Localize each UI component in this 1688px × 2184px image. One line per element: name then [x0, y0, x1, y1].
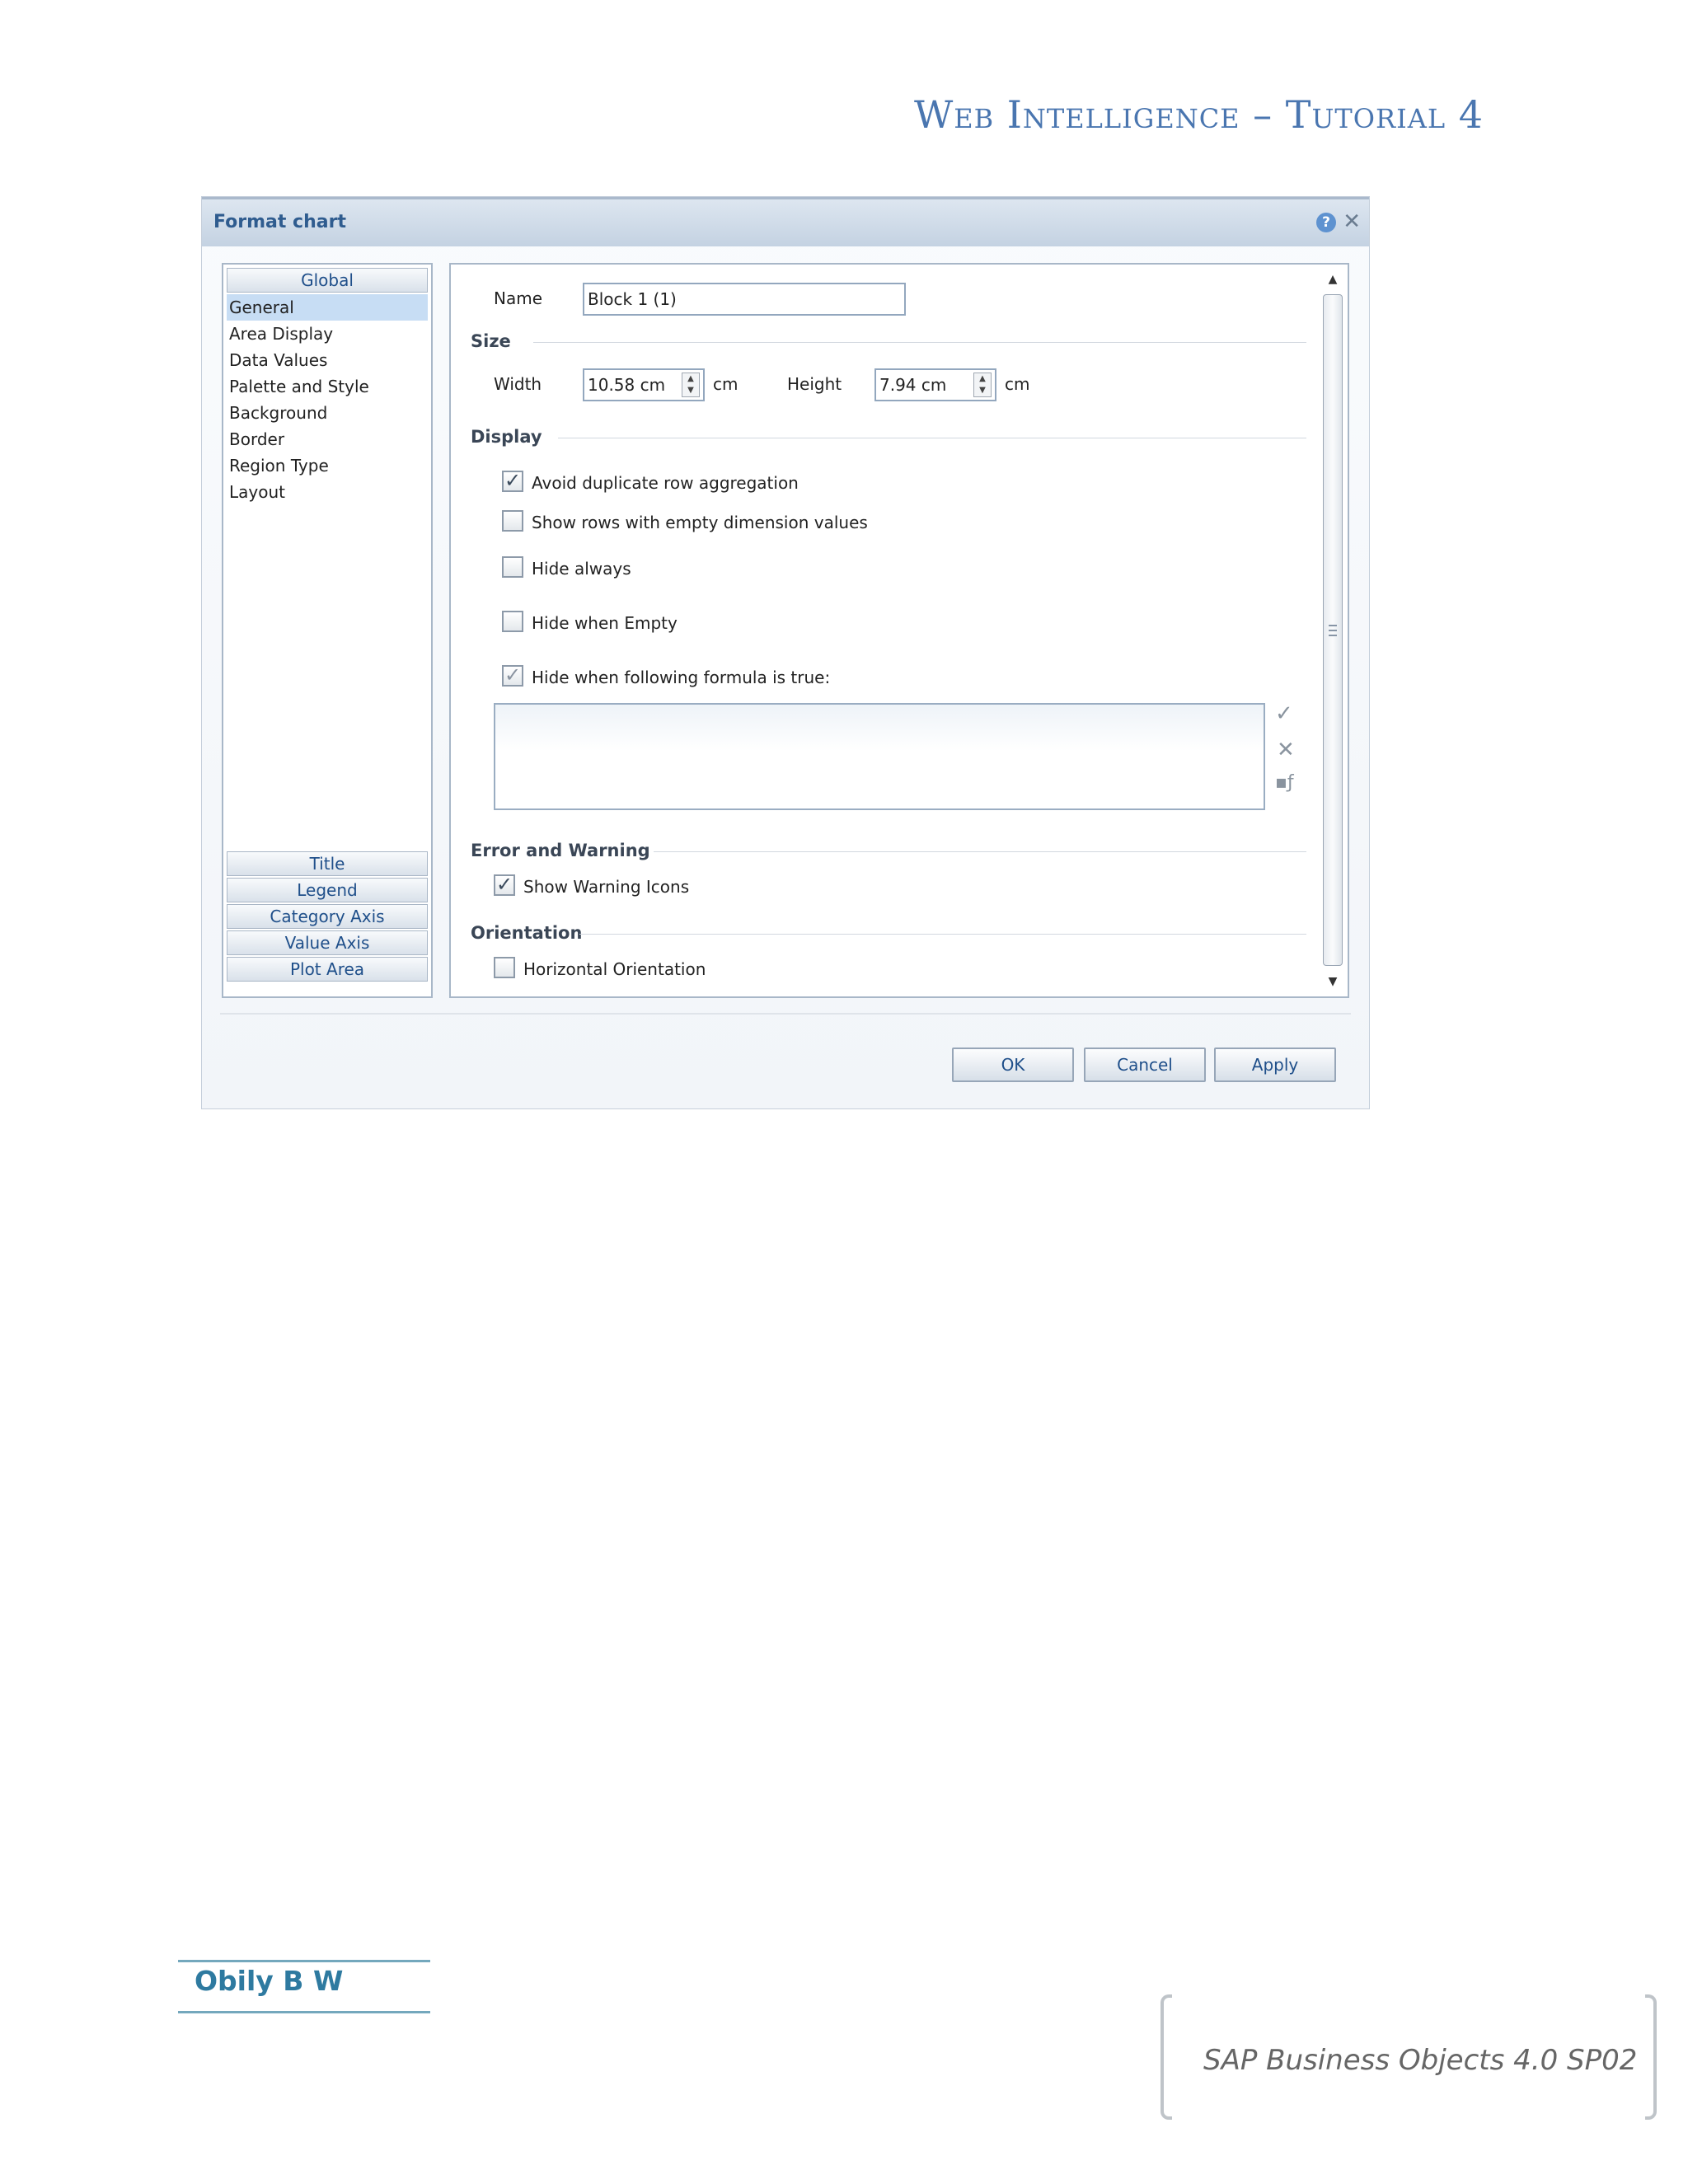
error-warning-divider — [654, 851, 1306, 852]
width-unit: cm — [713, 374, 738, 394]
nav-item-general[interactable]: General — [227, 294, 428, 321]
width-value: 10.58 cm — [588, 375, 666, 395]
nav-item-border[interactable]: Border — [227, 426, 428, 452]
scroll-thumb[interactable] — [1323, 294, 1343, 966]
category-axis-section-button[interactable]: Category Axis — [227, 904, 428, 929]
nav-item-background[interactable]: Background — [227, 400, 428, 426]
formula-editor-icon[interactable]: ▪ƒ — [1275, 772, 1294, 793]
name-input[interactable]: Block 1 (1) — [583, 283, 906, 316]
bracket-left — [1160, 1994, 1172, 2120]
author-rule-top — [178, 1960, 430, 1962]
scroll-down-icon[interactable]: ▼ — [1321, 970, 1344, 993]
apply-button[interactable]: Apply — [1214, 1047, 1336, 1082]
format-chart-dialog: Format chart ? ✕ Global General Area Dis… — [201, 196, 1370, 1109]
height-label: Height — [787, 374, 842, 394]
nav-item-area-display[interactable]: Area Display — [227, 321, 428, 347]
height-input[interactable]: 7.94 cm ▲ ▼ — [874, 368, 996, 401]
plot-area-section-button[interactable]: Plot Area — [227, 957, 428, 982]
product-box: SAP Business Objects 4.0 SP02 — [1160, 1994, 1657, 2120]
hide-when-empty-label: Hide when Empty — [532, 613, 678, 633]
footer-divider — [220, 1013, 1351, 1015]
name-label: Name — [494, 288, 543, 308]
height-unit: cm — [1005, 374, 1030, 394]
value-axis-section-button[interactable]: Value Axis — [227, 930, 428, 955]
avoid-duplicate-label: Avoid duplicate row aggregation — [532, 473, 799, 493]
ok-button[interactable]: OK — [952, 1047, 1074, 1082]
nav-item-region-type[interactable]: Region Type — [227, 452, 428, 479]
grip-icon — [1329, 625, 1337, 636]
title-section-button[interactable]: Title — [227, 851, 428, 876]
horizontal-orientation-label: Horizontal Orientation — [523, 959, 706, 979]
dialog-titlebar[interactable]: Format chart ? ✕ — [202, 197, 1369, 246]
show-empty-rows-label: Show rows with empty dimension values — [532, 513, 868, 532]
show-empty-rows-checkbox[interactable] — [502, 510, 523, 532]
spinner-down-icon[interactable]: ▼ — [974, 385, 991, 396]
help-icon[interactable]: ? — [1316, 213, 1336, 232]
product-name: SAP Business Objects 4.0 SP02 — [1203, 2044, 1638, 2077]
orientation-divider — [579, 934, 1306, 935]
nav-item-palette-and-style[interactable]: Palette and Style — [227, 373, 428, 400]
page-header: Web Intelligence – Tutorial 4 — [913, 92, 1484, 137]
formula-input[interactable] — [494, 703, 1265, 810]
global-section-button[interactable]: Global — [227, 268, 428, 293]
dialog-title: Format chart — [213, 212, 346, 232]
size-divider — [533, 342, 1306, 343]
general-settings-panel: Name Block 1 (1) Size Width 10.58 cm ▲ ▼ … — [449, 263, 1349, 998]
height-value: 7.94 cm — [879, 375, 947, 395]
show-warning-checkbox[interactable]: ✓ — [494, 874, 515, 896]
orientation-group-title: Orientation — [471, 923, 583, 943]
display-group-title: Display — [471, 427, 542, 447]
hide-when-empty-checkbox[interactable] — [502, 611, 523, 632]
width-input[interactable]: 10.58 cm ▲ ▼ — [583, 368, 705, 401]
height-spinner[interactable]: ▲ ▼ — [973, 373, 992, 397]
show-warning-label: Show Warning Icons — [523, 877, 690, 897]
spinner-down-icon[interactable]: ▼ — [682, 385, 699, 396]
hide-formula-checkbox[interactable]: ✓ — [502, 665, 523, 687]
format-category-panel: Global General Area Display Data Values … — [222, 263, 433, 998]
width-spinner[interactable]: ▲ ▼ — [682, 373, 700, 397]
close-icon[interactable]: ✕ — [1343, 209, 1361, 234]
x-icon[interactable]: ✕ — [1277, 738, 1295, 762]
avoid-duplicate-checkbox[interactable]: ✓ — [502, 471, 523, 492]
hide-formula-label: Hide when following formula is true: — [532, 668, 831, 687]
cancel-button[interactable]: Cancel — [1084, 1047, 1206, 1082]
hide-always-checkbox[interactable] — [502, 556, 523, 578]
spinner-up-icon[interactable]: ▲ — [682, 373, 699, 385]
nav-item-data-values[interactable]: Data Values — [227, 347, 428, 373]
author-rule-bottom — [178, 2011, 430, 2013]
horizontal-orientation-checkbox[interactable] — [494, 957, 515, 978]
spinner-up-icon[interactable]: ▲ — [974, 373, 991, 385]
nav-item-layout[interactable]: Layout — [227, 479, 428, 505]
width-label: Width — [494, 374, 542, 394]
size-group-title: Size — [471, 331, 511, 351]
bracket-right — [1645, 1994, 1657, 2120]
scroll-up-icon[interactable]: ▲ — [1321, 268, 1344, 291]
author-name: Obily B W — [195, 1965, 344, 1997]
error-warning-group-title: Error and Warning — [471, 841, 650, 860]
checkmark-icon[interactable]: ✓ — [1275, 701, 1293, 726]
panel-scrollbar[interactable]: ▲ ▼ — [1321, 268, 1344, 993]
legend-section-button[interactable]: Legend — [227, 878, 428, 902]
hide-always-label: Hide always — [532, 559, 631, 579]
